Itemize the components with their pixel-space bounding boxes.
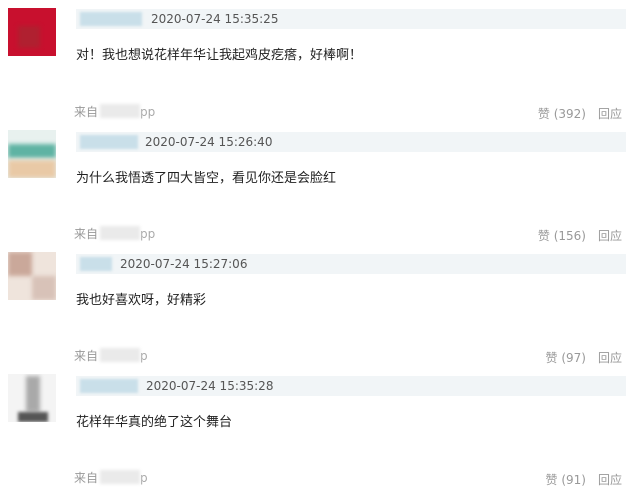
like-count: (97) [561,351,586,365]
like-label: 赞 [545,473,558,487]
avatar[interactable] [8,8,56,56]
source-tail: p [140,349,148,363]
source-app-blurred [100,470,141,484]
reply-button[interactable]: 回应 [598,107,622,121]
like-count: (91) [561,473,586,487]
comment-text: 为什么我悟透了四大皆空，看见你还是会脸红 [76,171,337,186]
comment-source: 来自 p [74,348,148,364]
comment-text: 我也好喜欢呀，好精彩 [76,293,207,308]
comment-actions: 赞 (156) 回应 [538,228,622,244]
source-app-blurred [100,226,141,240]
source-prefix: 来自 [74,227,99,241]
like-label: 赞 [537,229,550,243]
source-tail: pp [140,105,156,119]
avatar[interactable] [8,130,56,178]
comment-text: 花样年华真的绝了这个舞台 [76,415,233,430]
comment-timestamp: 2020-07-24 15:26:40 [145,135,273,149]
comment-header: 2020-07-24 15:26:40 [76,132,626,152]
like-button[interactable]: 赞 (392) [538,107,586,121]
like-button[interactable]: 赞 (97) [546,351,586,365]
comment-source: 来自 pp [74,226,155,242]
avatar[interactable] [8,252,56,300]
avatar[interactable] [8,374,56,422]
comment-source: 来自 pp [74,104,155,120]
source-prefix: 来自 [74,349,99,363]
source-tail: pp [140,227,156,241]
comment-actions: 赞 (97) 回应 [546,350,623,366]
comment-header: 2020-07-24 15:35:28 [76,376,626,396]
reply-button[interactable]: 回应 [598,351,622,365]
like-button[interactable]: 赞 (91) [546,473,586,487]
comment-timestamp: 2020-07-24 15:27:06 [120,257,248,271]
like-count: (156) [553,229,586,243]
like-button[interactable]: 赞 (156) [538,229,586,243]
source-tail: p [140,471,148,485]
username-blurred[interactable] [80,135,138,149]
reply-button[interactable]: 回应 [598,473,622,487]
comment-text: 对！我也想说花样年华让我起鸡皮疙瘩，好棒啊！ [76,48,363,63]
source-prefix: 来自 [74,471,99,485]
reply-button[interactable]: 回应 [598,229,622,243]
comment-timestamp: 2020-07-24 15:35:25 [151,12,279,26]
like-label: 赞 [537,107,550,121]
comment-actions: 赞 (91) 回应 [546,472,623,488]
username-blurred[interactable] [80,257,112,271]
comment-actions: 赞 (392) 回应 [538,106,622,122]
source-app-blurred [100,348,141,362]
comment-header: 2020-07-24 15:35:25 [76,9,626,29]
username-blurred[interactable] [80,379,138,393]
source-prefix: 来自 [74,105,99,119]
like-label: 赞 [545,351,558,365]
like-count: (392) [553,107,586,121]
comment-source: 来自 p [74,470,148,486]
comment-header: 2020-07-24 15:27:06 [76,254,626,274]
username-blurred[interactable] [80,12,142,26]
comment-timestamp: 2020-07-24 15:35:28 [146,379,274,393]
source-app-blurred [100,104,141,118]
